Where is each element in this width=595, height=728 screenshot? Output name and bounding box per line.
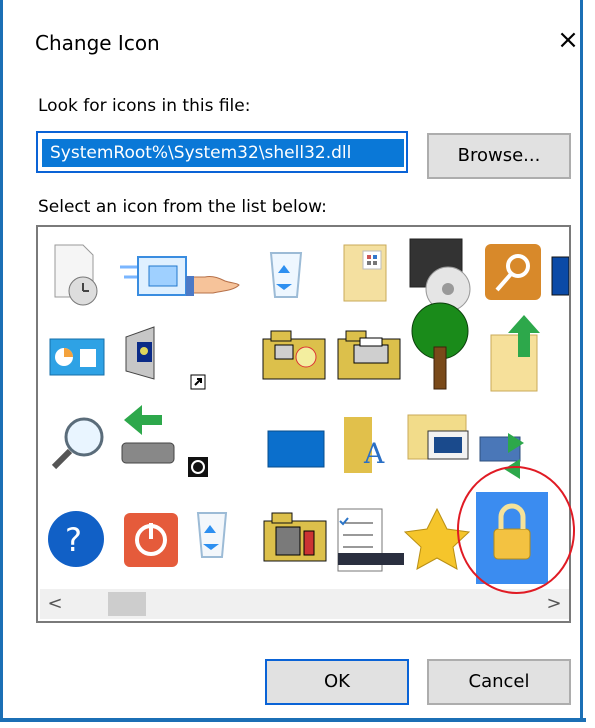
recycle-bin-icon[interactable] [269,252,303,298]
power-icon[interactable] [124,513,178,567]
magnifier-icon[interactable] [51,417,104,470]
svg-text:A: A [363,437,385,470]
recycle-bin-empty-icon[interactable] [196,512,228,558]
help-icon[interactable]: ? [48,511,104,567]
scroll-right-icon[interactable]: > [541,591,567,617]
svg-text:?: ? [65,521,82,559]
browse-button[interactable]: Browse... [427,133,571,179]
cancel-button[interactable]: Cancel [427,659,571,705]
dialog-bottom-border [3,718,586,722]
network-folder-icon[interactable] [262,330,326,380]
partial-monitor-icon[interactable] [551,256,569,296]
tree-icon[interactable] [411,302,469,390]
close-button[interactable]: × [554,24,582,56]
speaker-monitor-icon[interactable] [125,326,155,380]
file-label: Look for icons in this file: [38,96,251,116]
ok-button[interactable]: OK [265,659,409,705]
file-path-input[interactable]: SystemRoot%\System32\shell32.dll [36,131,408,173]
font-folder-icon[interactable]: A [344,417,385,473]
scroll-thumb[interactable] [108,592,146,616]
upload-file-icon[interactable] [490,315,540,392]
clock-badge-icon[interactable] [188,457,208,477]
calculator-file-icon[interactable] [343,244,387,302]
printer-folder-icon[interactable] [337,330,401,380]
shortcut-arrow-icon[interactable] [190,374,206,390]
horizontal-scrollbar[interactable]: < > [40,589,569,619]
media-disc-icon[interactable] [409,238,471,312]
control-panel-icon[interactable] [49,338,105,376]
hand-share-icon[interactable] [186,276,240,296]
monitor-icon[interactable] [120,256,187,296]
change-icon-dialog: Change Icon × Look for icons in this fil… [0,0,586,722]
icon-list-label: Select an icon from the list below: [38,197,327,217]
tools-folder-icon[interactable] [263,512,327,562]
desktop-window-icon[interactable] [267,430,325,468]
key-icon[interactable] [485,244,541,300]
computer-folder-icon[interactable] [407,414,469,460]
dialog-title: Change Icon [35,31,160,55]
usb-arrow-icon[interactable] [121,405,175,464]
scroll-left-icon[interactable]: < [42,591,68,617]
task-list-icon[interactable] [337,508,404,572]
clock-document-icon[interactable] [54,244,98,306]
file-path-value: SystemRoot%\System32\shell32.dll [42,139,404,167]
